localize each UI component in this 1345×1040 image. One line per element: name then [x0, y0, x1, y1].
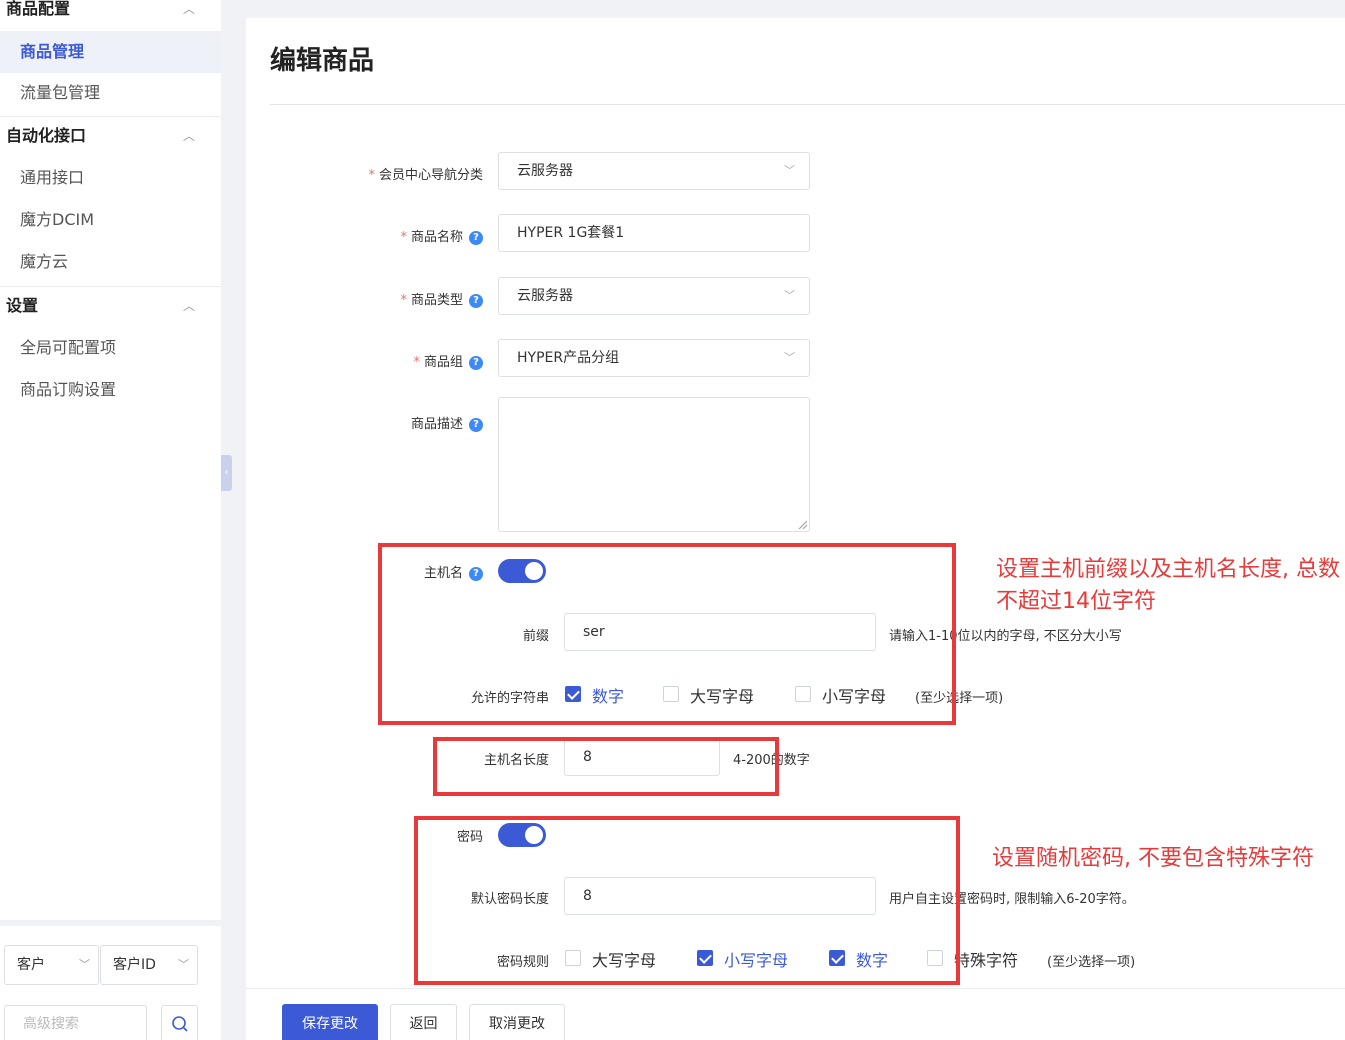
chevron-up-icon: ︿: [182, 2, 195, 16]
annotation-hostname-note: 设置主机前缀以及主机名长度, 总数不超过14位字符: [996, 557, 1340, 614]
rule-special-label[interactable]: 特殊字符: [954, 947, 1018, 971]
chevron-up-icon: ︿: [182, 129, 195, 143]
product-name-label: * 商品名称?: [400, 226, 483, 245]
sidebar-collapse-handle[interactable]: ‹: [221, 455, 232, 491]
product-type-select[interactable]: 云服务器 ﹀: [498, 277, 810, 315]
sidebar: 商品配置 ︿ 商品管理 流量包管理 自动化接口 ︿ 通用接口 魔方DCIM 魔方…: [0, 0, 221, 1040]
help-icon[interactable]: ?: [469, 356, 483, 370]
sidebar-section-settings[interactable]: 设置 ︿: [0, 285, 221, 327]
annotation-box-password: [414, 816, 960, 985]
sidebar-section-automation[interactable]: 自动化接口 ︿: [0, 115, 221, 157]
product-desc-label: 商品描述?: [411, 413, 483, 432]
sidebar-item-cloud[interactable]: 魔方云: [0, 241, 221, 283]
search-icon: [171, 1016, 188, 1032]
sidebar-item-traffic-package[interactable]: 流量包管理: [0, 72, 221, 114]
sidebar-item-dcim[interactable]: 魔方DCIM: [0, 199, 221, 241]
help-icon[interactable]: ?: [469, 231, 483, 245]
search-button[interactable]: [161, 1005, 198, 1040]
chevron-up-icon: ︿: [182, 299, 195, 313]
sidebar-section-title: 自动化接口: [6, 126, 87, 145]
cancel-button[interactable]: 取消更改: [469, 1004, 565, 1040]
back-button[interactable]: 返回: [390, 1004, 457, 1040]
product-desc-textarea[interactable]: [498, 397, 810, 532]
page-title: 编辑商品: [270, 46, 375, 76]
sidebar-item-global-config[interactable]: 全局可配置项: [0, 327, 221, 369]
help-icon[interactable]: ?: [469, 418, 483, 432]
sidebar-item-general-api[interactable]: 通用接口: [0, 157, 221, 199]
sidebar-section-product-config[interactable]: 商品配置 ︿: [0, 0, 221, 30]
product-type-label: * 商品类型?: [400, 289, 483, 308]
nav-category-label: * 会员中心导航分类: [368, 168, 483, 183]
chevron-down-icon: ﹀: [784, 164, 795, 177]
sidebar-section-title: 商品配置: [6, 0, 71, 18]
chevron-down-icon: ﹀: [784, 351, 795, 364]
customer-id-select[interactable]: 客户ID ﹀: [100, 945, 198, 985]
chevron-down-icon: ﹀: [178, 958, 189, 971]
product-group-label: * 商品组?: [413, 351, 483, 370]
chevron-down-icon: ﹀: [79, 958, 90, 971]
annotation-box-hostname: [378, 543, 956, 725]
advanced-search-input[interactable]: 高级搜索: [4, 1005, 147, 1040]
divider: [270, 104, 1345, 105]
product-name-input[interactable]: HYPER 1G套餐1: [498, 214, 810, 252]
resize-grip-icon[interactable]: [797, 519, 807, 529]
customer-filter-select[interactable]: 客户 ﹀: [4, 945, 99, 985]
help-icon[interactable]: ?: [469, 294, 483, 308]
nav-category-select[interactable]: 云服务器 ﹀: [498, 152, 810, 190]
annotation-password-note: 设置随机密码, 不要包含特殊字符: [992, 846, 1314, 871]
sidebar-item-order-settings[interactable]: 商品订购设置: [0, 369, 221, 411]
sidebar-item-product-management[interactable]: 商品管理: [0, 31, 221, 73]
product-group-select[interactable]: HYPER产品分组 ﹀: [498, 339, 810, 377]
save-button[interactable]: 保存更改: [282, 1004, 378, 1040]
rule-hint: (至少选择一项): [1047, 955, 1136, 970]
annotation-box-hostname-length: [433, 737, 779, 796]
sidebar-section-title: 设置: [6, 296, 39, 315]
chevron-down-icon: ﹀: [784, 289, 795, 302]
